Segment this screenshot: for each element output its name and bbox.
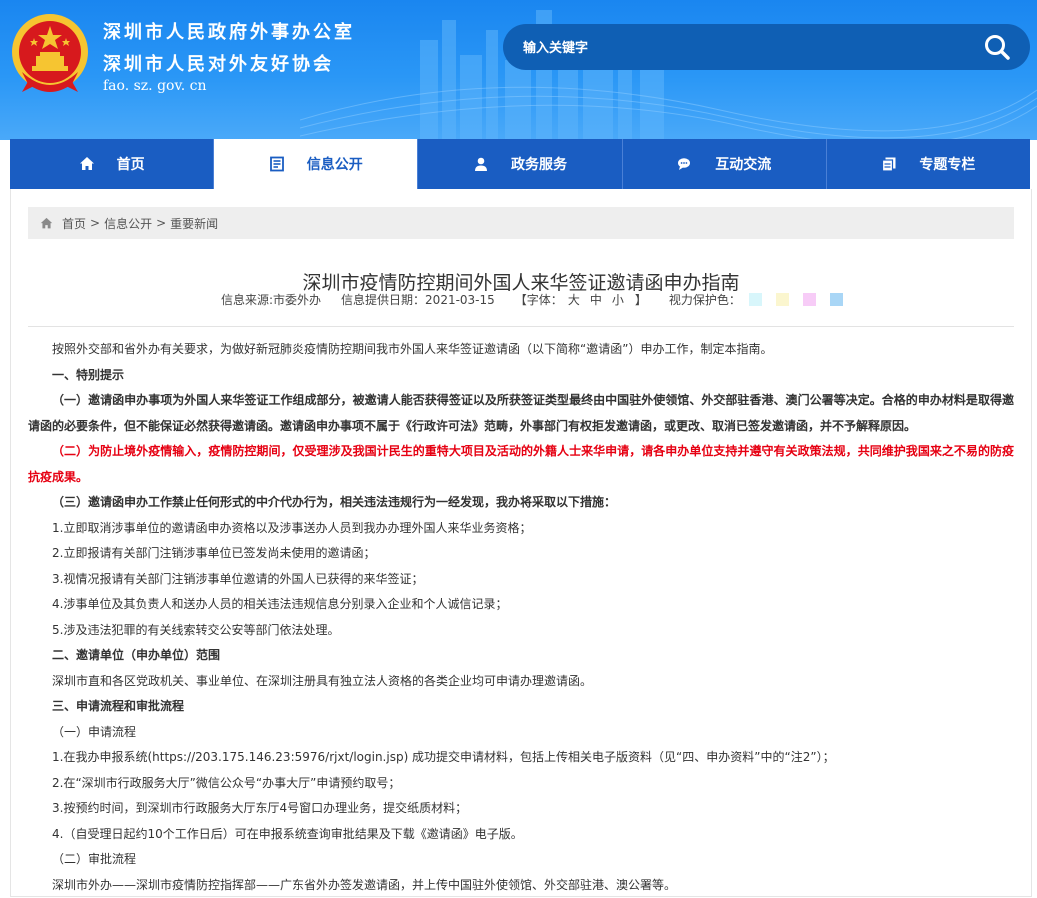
section-heading: 一、特别提示	[28, 363, 1014, 389]
site-title-line2: 深圳市人民对外友好协会	[103, 50, 334, 76]
font-size-large[interactable]: 大	[563, 293, 585, 307]
nav-item-label: 专题专栏	[919, 154, 975, 174]
nav-item-special-topics[interactable]: 专题专栏	[827, 139, 1030, 189]
font-size-medium[interactable]: 中	[585, 293, 607, 307]
search-box	[503, 24, 1030, 70]
home-icon	[79, 156, 95, 172]
nav-item-label: 政务服务	[511, 154, 567, 174]
font-size-small[interactable]: 小	[607, 293, 629, 307]
font-size-suffix: 】	[635, 293, 647, 307]
nav-item-label: 信息公开	[307, 154, 363, 174]
national-emblem-icon	[10, 12, 90, 98]
chat-icon	[677, 156, 693, 172]
sub-heading: （二）审批流程	[28, 847, 1014, 873]
list-item: 2.在“深圳市行政服务大厅”微信公众号“办事大厅”申请预约取号；	[28, 771, 1014, 797]
list-item: 1.立即取消涉事单位的邀请函申办资格以及涉事送办人员到我办办理外国人来华业务资格…	[28, 516, 1014, 542]
article-date: 信息提供日期：2021-03-15	[341, 291, 495, 308]
list-item: 4.（自受理日起约10个工作日后）可在申报系统查询审批结果及下载《邀请函》电子版…	[28, 822, 1014, 848]
section-heading: 二、邀请单位（申办单位）范围	[28, 643, 1014, 669]
article-paragraph-highlight: （二）为防止境外疫情输入，疫情防控期间，仅受理涉及我国计民生的重特大项目及活动的…	[28, 439, 1014, 490]
copy-icon	[881, 156, 897, 172]
article-paragraph: 深圳市直和各区党政机关、事业单位、在深圳注册具有独立法人资格的各类企业均可申请办…	[28, 669, 1014, 695]
search-icon[interactable]	[982, 32, 1012, 62]
sub-heading: （一）申请流程	[28, 720, 1014, 746]
site-header: 深圳市人民政府外事办公室 深圳市人民对外友好协会 fao. sz. gov. c…	[0, 0, 1037, 140]
document-icon	[269, 156, 285, 172]
site-domain: fao. sz. gov. cn	[103, 78, 206, 94]
breadcrumb: 首页 > 信息公开 > 重要新闻	[28, 207, 1014, 239]
article-body: 按照外交部和省外办有关要求，为做好新冠肺炎疫情防控期间我市外国人来华签证邀请函（…	[28, 337, 1014, 898]
search-input[interactable]	[521, 33, 965, 63]
breadcrumb-separator: >	[90, 216, 100, 230]
main-nav: 首页 信息公开 政务服务 互动交流	[10, 139, 1030, 189]
article-paragraph: 深圳市外办——深圳市疫情防控指挥部——广东省外办签发邀请函，并上传中国驻外使领馆…	[28, 873, 1014, 898]
font-size-control: 【字体：大中小】	[515, 291, 647, 308]
eye-care-swatch-pink[interactable]	[803, 293, 816, 306]
nav-item-interaction[interactable]: 互动交流	[623, 139, 827, 189]
list-item: 4.涉事单位及其负责人和送办人员的相关违法违规信息分别录入企业和个人诚信记录；	[28, 592, 1014, 618]
font-size-prefix: 【字体：	[515, 293, 563, 307]
article-paragraph: （三）邀请函申办工作禁止任何形式的中介代办行为，相关违法违规行为一经发现，我办将…	[28, 490, 1014, 516]
breadcrumb-current-link[interactable]: 重要新闻	[170, 215, 218, 232]
eye-care-swatch-cyan[interactable]	[749, 293, 762, 306]
user-icon	[473, 156, 489, 172]
content-panel: 首页 > 信息公开 > 重要新闻 深圳市疫情防控期间外国人来华签证邀请函申办指南…	[10, 189, 1032, 897]
meta-divider	[28, 326, 1014, 327]
nav-item-gov-services[interactable]: 政务服务	[418, 139, 622, 189]
site-title-line1: 深圳市人民政府外事办公室	[103, 18, 355, 44]
article-paragraph: 按照外交部和省外办有关要求，为做好新冠肺炎疫情防控期间我市外国人来华签证邀请函（…	[28, 337, 1014, 363]
nav-item-label: 互动交流	[715, 154, 771, 174]
list-item: 5.涉及违法犯罪的有关线索转交公安等部门依法处理。	[28, 618, 1014, 644]
eye-care-swatch-yellow[interactable]	[776, 293, 789, 306]
eye-care-label: 视力保护色：	[669, 291, 741, 308]
home-icon	[40, 217, 53, 230]
list-item: 1.在我办申报系统(https://203.175.146.23:5976/rj…	[28, 745, 1014, 771]
section-heading: 三、申请流程和审批流程	[28, 694, 1014, 720]
nav-item-label: 首页	[117, 154, 145, 174]
breadcrumb-separator: >	[156, 216, 166, 230]
breadcrumb-section-link[interactable]: 信息公开	[104, 215, 152, 232]
breadcrumb-home-link[interactable]: 首页	[62, 215, 86, 232]
list-item: 3.按预约时间，到深圳市行政服务大厅东厅4号窗口办理业务，提交纸质材料；	[28, 796, 1014, 822]
list-item: 2.立即报请有关部门注销涉事单位已签发尚未使用的邀请函；	[28, 541, 1014, 567]
article-meta: 信息来源:市委外办 信息提供日期：2021-03-15 【字体：大中小】 视力保…	[221, 291, 857, 308]
nav-item-info-disclosure[interactable]: 信息公开	[214, 139, 418, 189]
list-item: 3.视情况报请有关部门注销涉事单位邀请的外国人已获得的来华签证；	[28, 567, 1014, 593]
nav-item-home[interactable]: 首页	[10, 139, 214, 189]
article-paragraph: （一）邀请函申办事项为外国人来华签证工作组成部分，被邀请人能否获得签证以及所获签…	[28, 388, 1014, 439]
eye-care-swatch-blue[interactable]	[830, 293, 843, 306]
skyline-decoration	[300, 0, 1037, 140]
article-source: 信息来源:市委外办	[221, 291, 321, 308]
